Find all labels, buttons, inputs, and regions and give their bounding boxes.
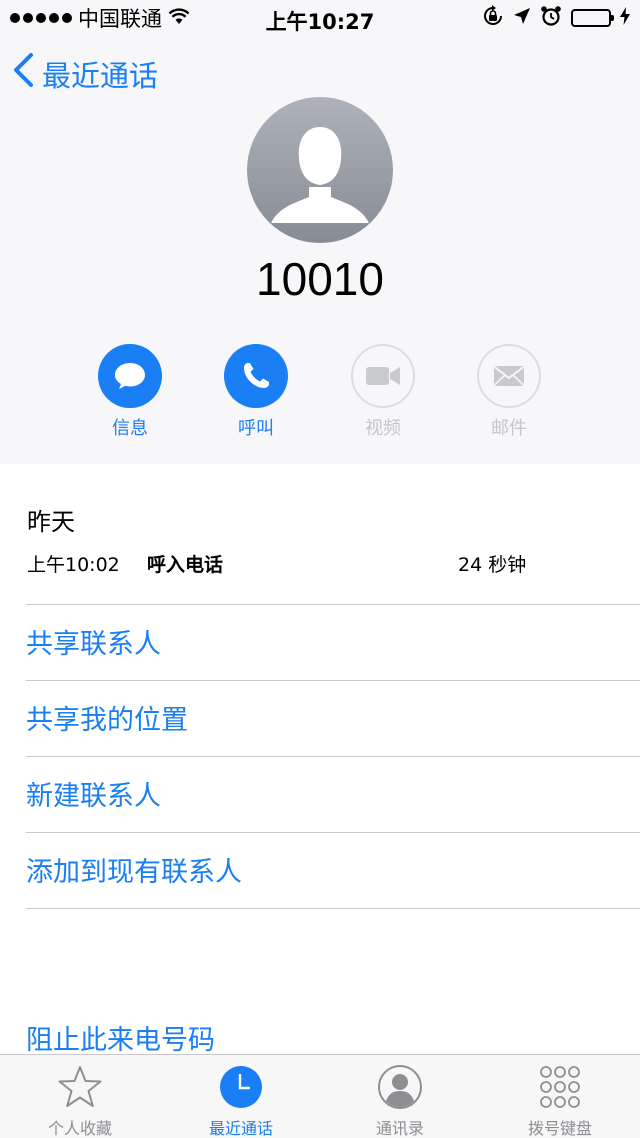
star-icon [56, 1063, 104, 1111]
mail-label: 邮件 [491, 418, 527, 439]
contact-number: 10010 [256, 253, 384, 305]
call-log-entry: 上午10:02 呼入电话 24 秒钟 [27, 550, 627, 576]
divider [26, 832, 640, 833]
action-row: 信息 呼叫 视频 邮件 [0, 344, 640, 454]
alarm-icon [540, 5, 562, 31]
mail-icon [477, 344, 541, 408]
contacts-icon [376, 1063, 424, 1111]
tab-favorites-label: 个人收藏 [47, 1119, 112, 1138]
call-time: 上午10:02 [27, 554, 120, 576]
call-day-heading: 昨天 [27, 508, 75, 536]
tab-bar: 个人收藏 最近通话 通讯录 拨号键盘 [0, 1054, 640, 1138]
video-button[interactable]: 视频 [333, 344, 433, 440]
status-bar: 中国联通 上午10:27 [0, 0, 640, 38]
location-arrow-icon [513, 7, 531, 29]
video-icon [351, 344, 415, 408]
add-to-existing-contact-button[interactable]: 添加到现有联系人 [26, 850, 242, 889]
contact-header: 最近通话 10010 信息 呼叫 视频 邮件 [0, 38, 640, 464]
rotation-lock-icon [482, 5, 504, 31]
call-label: 呼叫 [238, 418, 274, 439]
tab-recents-label: 最近通话 [208, 1119, 273, 1138]
message-icon [98, 344, 162, 408]
back-button[interactable]: 最近通话 [12, 52, 158, 95]
call-duration: 24 秒钟 [458, 554, 527, 576]
divider [26, 756, 640, 757]
person-silhouette-icon [271, 127, 369, 223]
phone-icon [224, 344, 288, 408]
tab-keypad-label: 拨号键盘 [527, 1119, 592, 1138]
back-label: 最近通话 [42, 58, 159, 93]
status-right [482, 5, 630, 31]
divider [26, 680, 640, 681]
new-contact-button[interactable]: 新建联系人 [26, 774, 161, 813]
share-location-button[interactable]: 共享我的位置 [26, 698, 188, 737]
block-caller-button[interactable]: 阻止此来电号码 [26, 1018, 215, 1057]
chevron-left-icon [12, 52, 34, 95]
tab-contacts-label: 通讯录 [375, 1119, 424, 1138]
tab-contacts[interactable]: 通讯录 [325, 1063, 475, 1138]
contact-avatar [247, 97, 393, 243]
call-button[interactable]: 呼叫 [206, 344, 306, 440]
message-label: 信息 [112, 418, 148, 439]
keypad-icon [536, 1063, 584, 1111]
battery-icon [571, 9, 614, 27]
divider [26, 908, 640, 909]
divider [26, 604, 640, 605]
share-contact-button[interactable]: 共享联系人 [26, 622, 161, 661]
clock-icon [217, 1063, 265, 1111]
message-button[interactable]: 信息 [80, 344, 180, 440]
tab-favorites[interactable]: 个人收藏 [5, 1063, 155, 1138]
video-label: 视频 [365, 418, 401, 439]
tab-keypad[interactable]: 拨号键盘 [485, 1063, 635, 1138]
call-type: 呼入电话 [147, 554, 224, 576]
mail-button[interactable]: 邮件 [459, 344, 559, 440]
charging-icon [620, 7, 630, 29]
tab-recents[interactable]: 最近通话 [166, 1063, 316, 1138]
